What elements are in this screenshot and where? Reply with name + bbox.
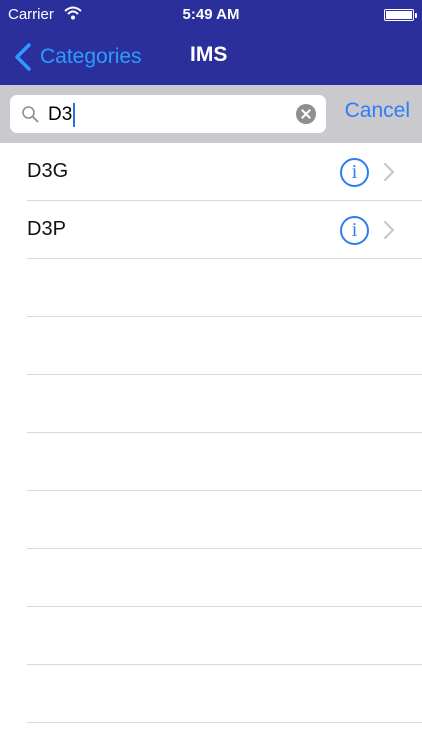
search-icon: [22, 106, 39, 123]
back-button-label: Categories: [40, 45, 142, 68]
cancel-button[interactable]: Cancel: [345, 99, 410, 123]
chevron-right-icon: [383, 162, 395, 182]
row-divider: [27, 722, 422, 723]
clear-icon[interactable]: [296, 104, 316, 124]
empty-rows: [0, 259, 422, 723]
empty-row: [0, 607, 422, 665]
list-item[interactable]: D3G i: [0, 143, 422, 201]
status-bar: Carrier 5:49 AM: [0, 0, 422, 30]
navigation-bar: Categories IMS: [0, 30, 422, 85]
chevron-right-icon: [383, 220, 395, 240]
results-list: D3G i D3P i: [0, 143, 422, 259]
empty-row: [0, 491, 422, 549]
chevron-left-icon: [15, 43, 31, 71]
list-item[interactable]: D3P i: [0, 201, 422, 259]
battery-icon: [384, 9, 417, 21]
page-title: IMS: [190, 43, 228, 66]
list-item-label: D3P: [27, 218, 66, 240]
info-icon[interactable]: i: [340, 158, 369, 187]
empty-row: [0, 375, 422, 433]
search-bar: D3 Cancel: [0, 85, 422, 143]
search-input[interactable]: D3: [10, 95, 326, 133]
info-icon[interactable]: i: [340, 216, 369, 245]
empty-row: [0, 665, 422, 723]
empty-row: [0, 317, 422, 375]
search-input-value: D3: [48, 103, 76, 127]
top-bar: Carrier 5:49 AM Categories IMS: [0, 0, 422, 85]
back-button[interactable]: Categories: [14, 40, 142, 74]
empty-row: [0, 433, 422, 491]
text-caret: [73, 103, 76, 127]
list-item-label: D3G: [27, 160, 69, 182]
empty-row: [0, 549, 422, 607]
empty-row: [0, 259, 422, 317]
clock: 5:49 AM: [182, 6, 240, 23]
